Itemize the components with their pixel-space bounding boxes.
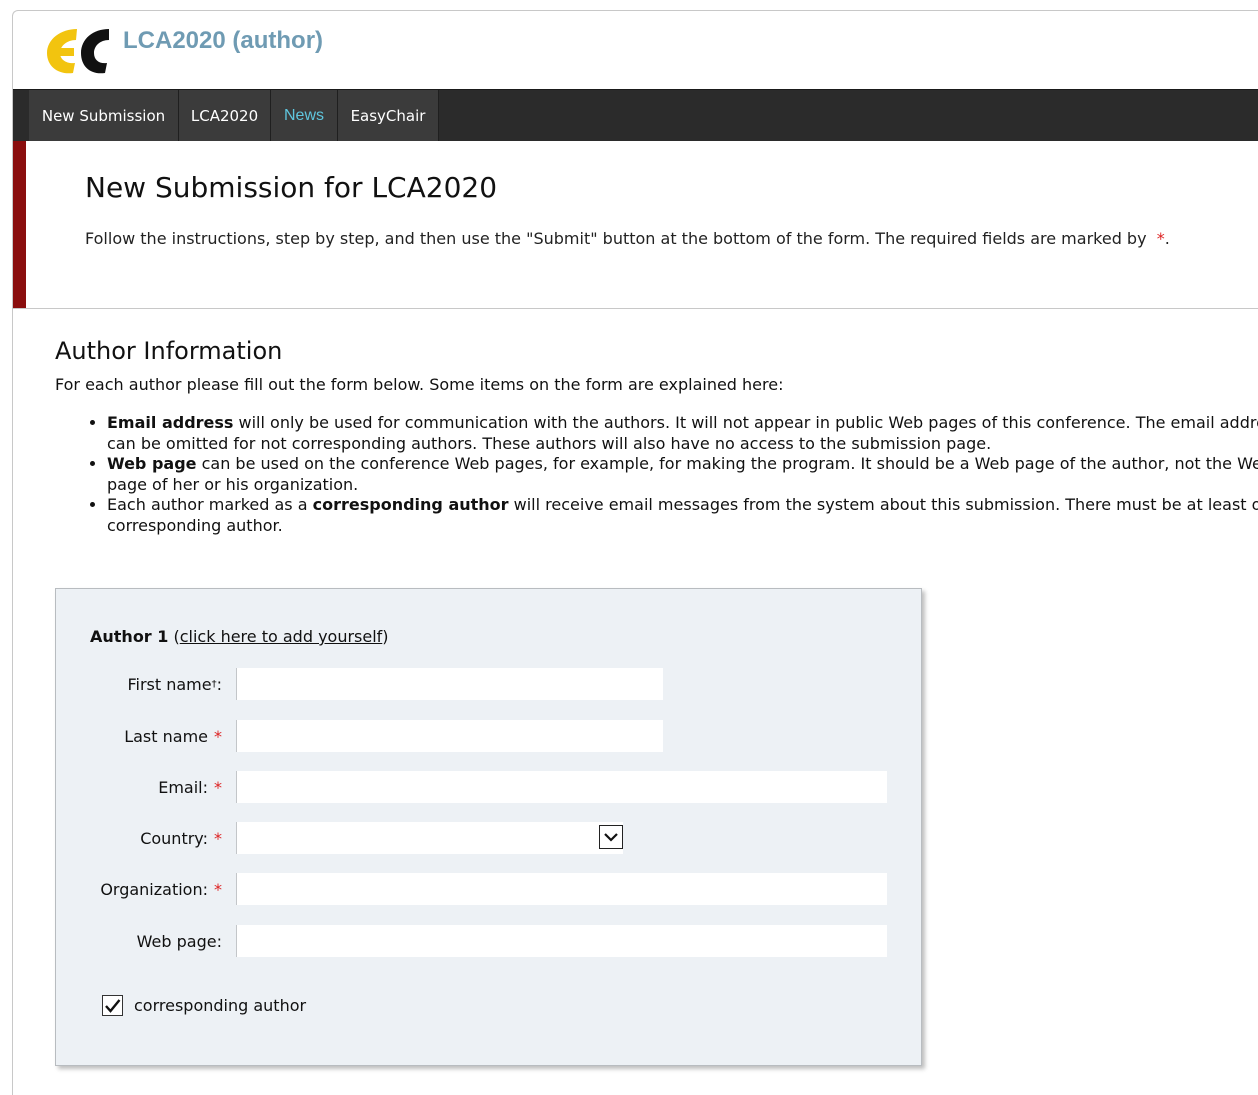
section-title-author-information: Author Information	[55, 337, 283, 365]
last-name-label-text: Last name	[124, 726, 208, 746]
web-page-label: Web page:	[137, 925, 222, 957]
required-marker: *	[214, 777, 222, 797]
organization-label: Organization: *	[100, 873, 222, 905]
last-name-label: Last name *	[124, 720, 222, 752]
paren-open: (	[168, 627, 180, 646]
required-marker: *	[214, 726, 222, 746]
last-name-input[interactable]	[236, 720, 663, 752]
country-row: Country: *	[56, 822, 921, 854]
main-nav: New Submission LCA2020 News EasyChair	[13, 89, 1258, 141]
tab-news[interactable]: News	[271, 90, 338, 141]
intro-panel: New Submission for LCA2020 Follow the in…	[13, 141, 1258, 309]
author-number: Author 1	[90, 627, 169, 646]
web-page-row: Web page:	[56, 925, 921, 957]
app-title[interactable]: LCA2020 (author)	[123, 27, 323, 55]
corresponding-author-checkbox[interactable]	[102, 994, 123, 1016]
page-title: New Submission for LCA2020	[85, 171, 498, 204]
required-marker: *	[214, 828, 222, 848]
organization-input[interactable]	[236, 873, 887, 905]
add-yourself-link[interactable]: click here to add yourself	[180, 627, 383, 646]
checkmark-icon	[105, 998, 121, 1013]
corresponding-author-label: corresponding author	[134, 995, 307, 1015]
first-name-label: First name †:	[127, 668, 222, 700]
author-heading: Author 1 (click here to add yourself)	[90, 627, 389, 646]
author-form: Author 1 (click here to add yourself) Fi…	[55, 588, 922, 1066]
email-label-text: Email:	[158, 777, 208, 797]
instructions-period: .	[1164, 229, 1170, 248]
chevron-down-icon[interactable]	[599, 825, 623, 849]
first-name-row: First name †:	[56, 668, 921, 700]
country-label-text: Country:	[140, 828, 208, 848]
required-marker: *	[214, 879, 222, 899]
list-item: Email address will only be used for comm…	[107, 413, 1258, 454]
page-frame: LCA2020 (author) New Submission LCA2020 …	[12, 10, 1258, 1095]
bullet-bold: corresponding author	[312, 495, 509, 514]
paren-close: )	[382, 627, 389, 646]
first-name-input[interactable]	[236, 668, 663, 700]
intro-accent-bar	[13, 141, 26, 308]
label-colon: :	[216, 674, 222, 694]
email-row: Email: *	[56, 771, 921, 803]
tab-lca2020[interactable]: LCA2020	[179, 90, 271, 141]
bullet-bold: Web page	[107, 454, 197, 473]
app-header: LCA2020 (author)	[13, 11, 1258, 88]
tab-new-submission[interactable]: New Submission	[29, 90, 179, 141]
instructions-text: Follow the instructions, step by step, a…	[85, 227, 1205, 251]
author-info-bullets: Email address will only be used for comm…	[55, 413, 1258, 536]
web-page-label-text: Web page:	[136, 931, 222, 951]
corresponding-author-row: corresponding author	[102, 993, 306, 1017]
easychair-logo-icon	[47, 29, 109, 74]
bullet-bold: Email address	[107, 413, 234, 432]
last-name-row: Last name *	[56, 720, 921, 752]
bullet-prefix: Each author marked as a	[107, 495, 313, 514]
tab-easychair[interactable]: EasyChair	[338, 90, 439, 141]
email-input[interactable]	[236, 771, 887, 803]
bullet-text: can be used on the conference Web pages,…	[107, 454, 1258, 494]
required-marker: *	[1156, 229, 1165, 248]
organization-row: Organization: *	[56, 873, 921, 905]
list-item: Web page can be used on the conference W…	[107, 454, 1258, 495]
first-name-label-text: First name	[127, 674, 212, 694]
country-select[interactable]	[236, 822, 623, 854]
organization-label-text: Organization:	[100, 879, 208, 899]
web-page-input[interactable]	[236, 925, 887, 957]
email-label: Email: *	[158, 771, 222, 803]
section-description: For each author please fill out the form…	[55, 375, 784, 394]
list-item: Each author marked as a corresponding au…	[107, 495, 1258, 536]
country-label: Country: *	[140, 822, 222, 854]
bullet-text: will only be used for communication with…	[107, 413, 1258, 453]
instructions-body: Follow the instructions, step by step, a…	[85, 229, 1147, 248]
